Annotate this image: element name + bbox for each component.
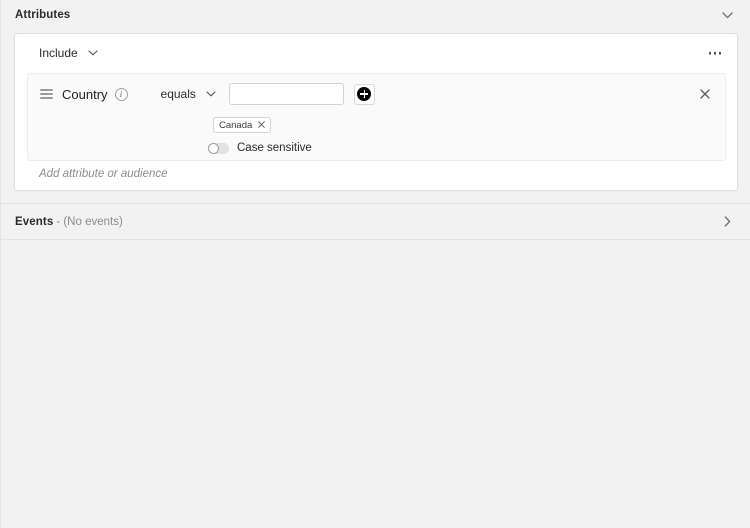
events-section-header: Events - (No events) bbox=[1, 204, 750, 239]
overflow-menu-button[interactable] bbox=[707, 48, 724, 59]
drag-handle-icon[interactable] bbox=[40, 88, 53, 101]
toggle-knob bbox=[208, 142, 219, 154]
dot-icon bbox=[708, 51, 711, 55]
operator-select[interactable]: equals bbox=[161, 87, 216, 101]
chevron-down-icon[interactable] bbox=[720, 8, 734, 22]
info-icon[interactable]: i bbox=[114, 87, 128, 101]
add-attribute-placeholder[interactable]: Add attribute or audience bbox=[39, 168, 168, 180]
condition-row: Country i equals bbox=[28, 74, 725, 114]
attributes-section-header: Attributes bbox=[1, 0, 750, 30]
close-icon[interactable] bbox=[258, 120, 266, 130]
dot-icon bbox=[713, 51, 716, 55]
attributes-section-title: Attributes bbox=[15, 9, 71, 21]
value-input[interactable] bbox=[228, 83, 344, 105]
condition-group: Country i equals Canada Case sensitive bbox=[27, 73, 726, 161]
value-chip[interactable]: Canada bbox=[213, 117, 272, 133]
selected-values-list: Canada bbox=[28, 114, 725, 136]
attribute-name[interactable]: Country bbox=[62, 87, 108, 102]
plus-circle-icon bbox=[357, 87, 372, 101]
scope-select[interactable]: Include bbox=[37, 44, 100, 62]
empty-body-area bbox=[1, 240, 750, 528]
segment-builder-panel: Attributes Include Country i equals Cana… bbox=[0, 0, 750, 528]
chevron-down-icon bbox=[206, 91, 216, 97]
events-section-summary: - (No events) bbox=[56, 215, 123, 228]
attributes-card: Include Country i equals Canada Case sen… bbox=[14, 33, 738, 191]
add-value-button[interactable] bbox=[353, 83, 375, 105]
operator-select-value: equals bbox=[160, 87, 196, 101]
case-sensitive-toggle[interactable] bbox=[208, 142, 229, 154]
chevron-down-icon bbox=[88, 50, 98, 56]
value-chip-label: Canada bbox=[219, 119, 253, 131]
remove-condition-button[interactable] bbox=[697, 86, 713, 102]
scope-select-value: Include bbox=[39, 46, 78, 60]
chevron-right-icon[interactable] bbox=[720, 215, 734, 229]
case-sensitive-label: Case sensitive bbox=[237, 142, 312, 154]
include-row: Include bbox=[15, 34, 737, 72]
events-section-title: Events bbox=[15, 215, 54, 228]
dot-icon bbox=[718, 51, 721, 55]
case-sensitive-row: Case sensitive bbox=[28, 136, 725, 160]
